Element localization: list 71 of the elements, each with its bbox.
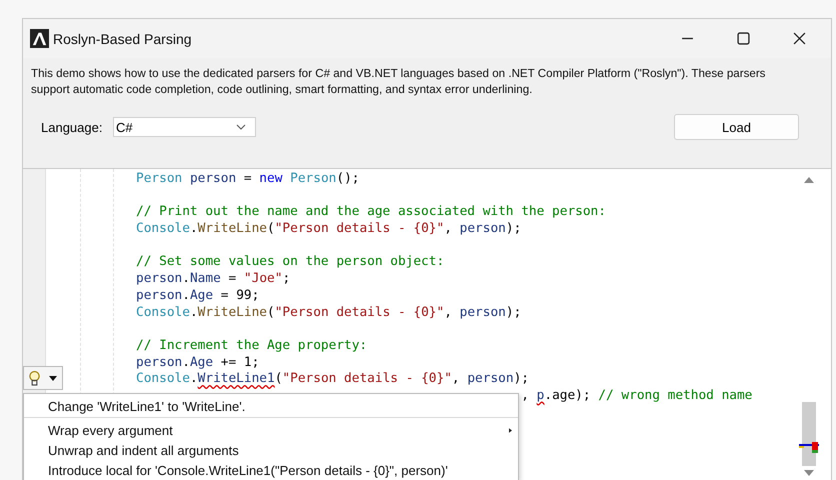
code-token: ; — [282, 271, 290, 286]
code-token: p — [536, 388, 544, 403]
code-token: ); — [506, 304, 522, 320]
window-title: Roslyn-Based Parsing — [53, 30, 192, 46]
code-token: . — [190, 304, 198, 320]
code-token: += 1; — [220, 354, 260, 370]
code-token: person — [188, 171, 236, 186]
code-token: ); — [514, 371, 529, 386]
code-token: Name — [190, 271, 221, 286]
language-label: Language: — [41, 120, 104, 134]
code-token: "Joe" — [244, 271, 282, 286]
scroll-down-icon[interactable] — [804, 470, 814, 476]
code-token: . — [182, 354, 190, 370]
code-token: person — [136, 354, 182, 370]
code-token: // Increment the Age property: — [136, 338, 368, 353]
code-token: = — [227, 271, 238, 286]
menu-item[interactable]: Unwrap and indent all arguments — [24, 440, 518, 460]
code-token: . — [190, 371, 198, 386]
code-token: . — [182, 271, 190, 286]
code-token: ( — [267, 221, 275, 236]
maximize-icon[interactable] — [737, 32, 750, 45]
code-token: person — [136, 271, 182, 286]
error-markers-icon — [798, 442, 820, 454]
chevron-down-icon — [236, 124, 246, 130]
menu-item[interactable]: Introduce local for 'Console.WriteLine1("Person details - {0}", person)' — [24, 460, 518, 480]
code-token: WriteLine — [198, 304, 267, 320]
scroll-up-icon[interactable] — [804, 177, 814, 183]
code-token: new — [259, 171, 282, 186]
code-token: Person — [136, 171, 182, 186]
code-token: person — [460, 221, 506, 236]
code-token: WriteLine1 — [198, 371, 275, 386]
code-token: = — [242, 171, 253, 186]
code-token: // Set some values on the person object: — [136, 254, 444, 270]
code-token: = 99; — [220, 288, 260, 303]
code-token: person — [467, 371, 514, 386]
code-token: Console — [136, 304, 190, 320]
code-token: "Person details - {0}" — [274, 221, 444, 236]
code-token: , — [444, 304, 453, 320]
code-token: ( — [274, 371, 282, 386]
code-token: (); — [336, 171, 360, 186]
menu-item[interactable]: Change 'WriteLine1' to 'WriteLine'. — [24, 395, 518, 418]
code-token: // wrong method name — [598, 388, 752, 403]
code-token: ( — [267, 304, 275, 320]
code-token: WriteLine — [198, 221, 267, 236]
code-token: Person — [289, 171, 336, 186]
description-text: This demo shows how to use the dedicated parsers for C# and VB.NET languages based on .NET Compiler Platform ("Roslyn"). These parsers support automatic code completion, code outlining, smart formatting, and syntax error underlining. — [31, 66, 766, 98]
code-token: Console — [136, 371, 190, 386]
language-dropdown[interactable]: C# — [113, 117, 256, 137]
code-token: , — [520, 388, 530, 403]
close-icon[interactable] — [793, 32, 806, 45]
code-token: person — [460, 304, 506, 320]
code-token: // Print out the name and the age associated with the person: — [136, 204, 606, 220]
code-token: Console — [136, 221, 190, 236]
caret-down-icon — [49, 376, 57, 380]
code-token: ); — [506, 221, 522, 236]
code-token: Age — [190, 288, 214, 303]
menu-item[interactable]: Wrap every argument — [24, 420, 518, 440]
load-button[interactable]: Load — [674, 114, 799, 140]
scrollbar-thumb[interactable] — [802, 402, 816, 466]
code-token: "Person details - {0}" — [282, 371, 452, 386]
code-token: "Person details - {0}" — [274, 304, 444, 320]
code-token: .age); — [544, 388, 592, 403]
lightbulb-button[interactable] — [23, 366, 63, 390]
code-token: Age — [190, 354, 214, 370]
code-token: , — [444, 221, 453, 236]
lightbulb-icon — [28, 370, 41, 386]
code-token: person — [136, 288, 182, 303]
code-token: , — [452, 371, 461, 386]
code-token: . — [182, 288, 190, 303]
app-logo-icon — [30, 29, 49, 48]
code-token: . — [190, 221, 198, 236]
